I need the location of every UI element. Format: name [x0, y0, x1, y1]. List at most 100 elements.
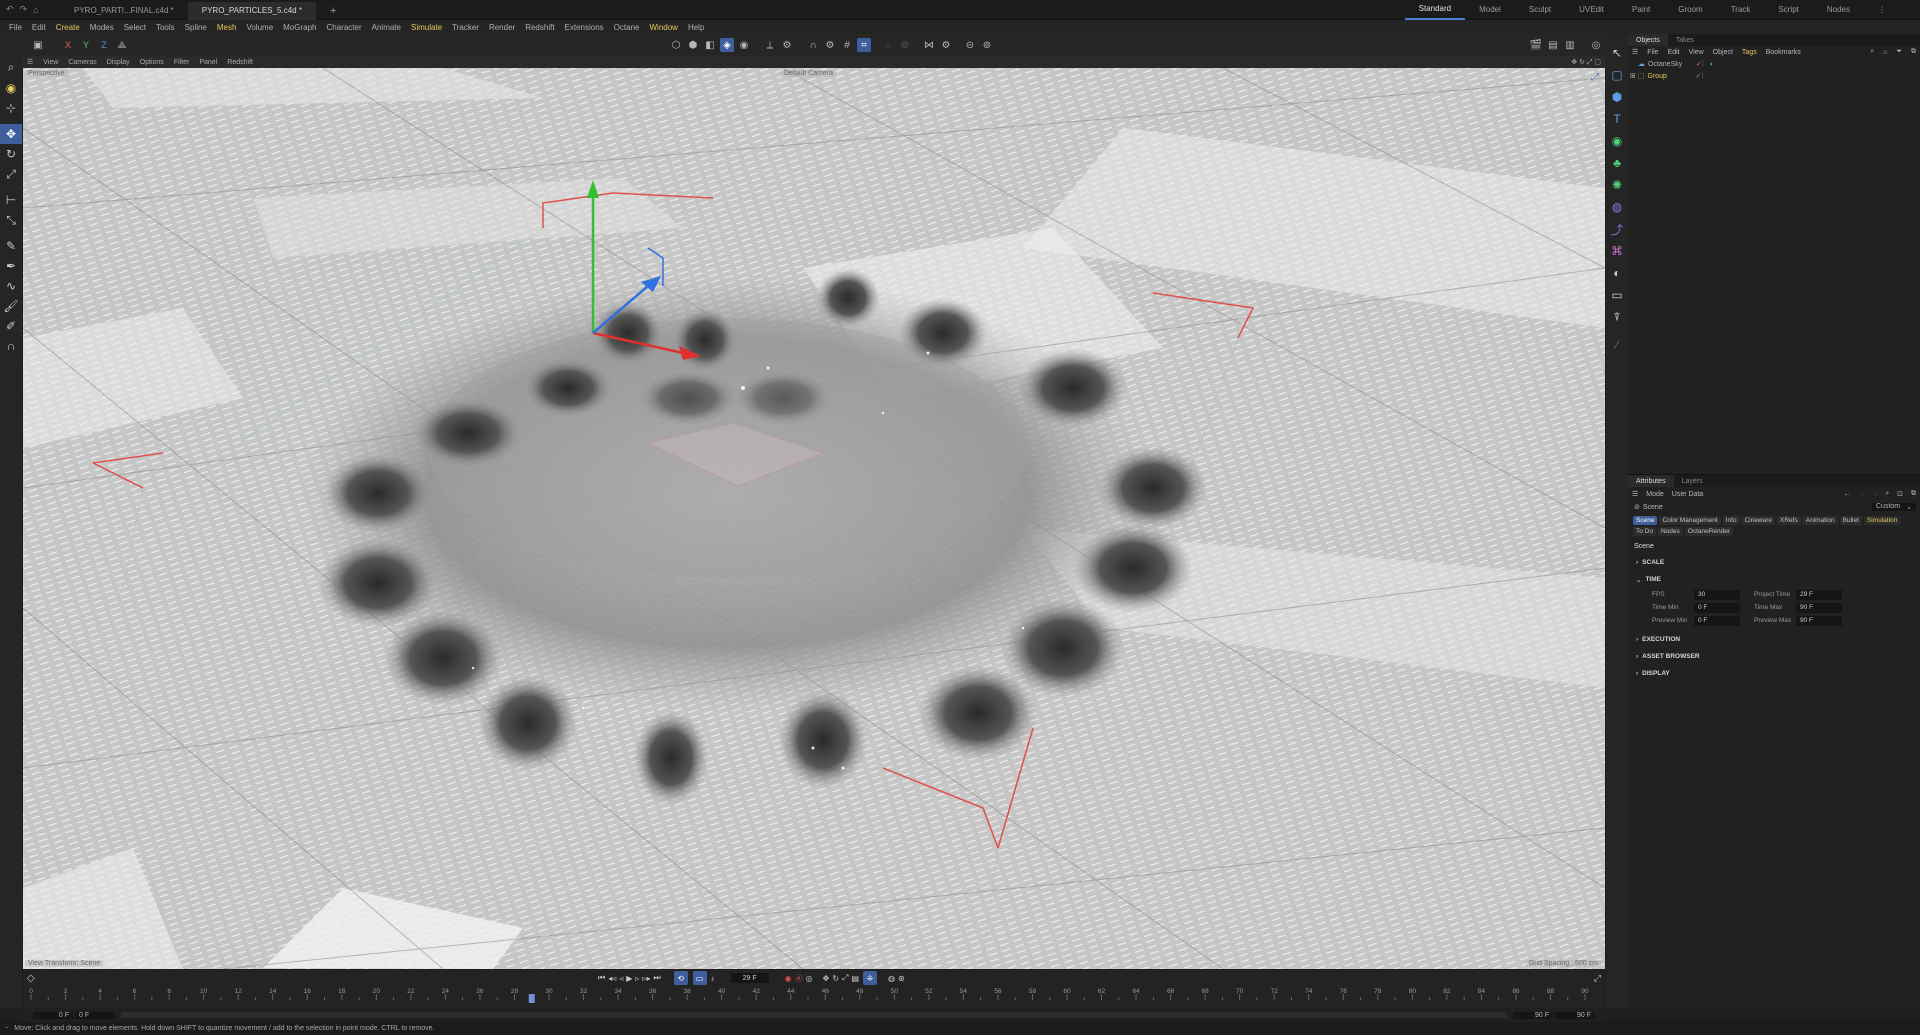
visibility-toggle[interactable]: ✓⁞ [1696, 72, 1704, 80]
section-execution[interactable]: › EXECUTION [1628, 631, 1920, 648]
search-icon[interactable]: ⌕ [1885, 490, 1889, 498]
previous-frame-icon[interactable]: ◃ [619, 974, 623, 983]
transfer-tool-icon[interactable]: ⤡ [0, 210, 22, 230]
chip-animation[interactable]: Animation [1802, 516, 1838, 525]
keyframe-selection-icon[interactable]: ◎ [806, 974, 813, 983]
cloner-icon[interactable]: ♣ [1606, 152, 1628, 174]
chip-nodes[interactable]: Nodes [1657, 527, 1683, 536]
viewport-menu-options[interactable]: Options [135, 59, 169, 66]
light-icon[interactable]: ◐ [1606, 262, 1628, 284]
field-icon[interactable]: ◍ [1606, 196, 1628, 218]
layout-groom[interactable]: Groom [1664, 0, 1716, 20]
menu-window[interactable]: Window [644, 23, 682, 32]
undo-icon[interactable]: ↶ [6, 4, 14, 15]
render-view-icon[interactable]: ▤ [1546, 38, 1560, 52]
menu-file[interactable]: File [4, 23, 27, 32]
solo-icon[interactable]: ⊚ [980, 38, 994, 52]
chip-scene[interactable]: Scene [1633, 516, 1658, 525]
section-display[interactable]: › DISPLAY [1628, 665, 1920, 682]
preview-min-field[interactable]: 0 F [1694, 615, 1740, 626]
layout-standard[interactable]: Standard [1404, 0, 1466, 20]
layout-script[interactable]: Script [1764, 0, 1812, 20]
snap-settings-icon[interactable]: ⚙ [823, 38, 837, 52]
home-icon[interactable]: ⌂ [33, 5, 38, 15]
spline-tool-icon[interactable]: ∿ [0, 276, 22, 296]
visibility-toggle[interactable]: ✓⁞ [1696, 60, 1704, 68]
document-tab[interactable]: PYRO_PARTI...FINAL.c4d * [60, 2, 188, 20]
record-icon[interactable]: ◉ [785, 974, 792, 983]
3d-viewport[interactable]: Perspective Default Camera ⤢ View Transf… [23, 68, 1605, 969]
sound-icon[interactable]: ♪ [711, 974, 715, 983]
key-param-icon[interactable]: ▤ [851, 974, 859, 983]
preview-range-icon[interactable]: ▭ [692, 971, 707, 985]
tab-layers[interactable]: Layers [1674, 475, 1711, 487]
tab-objects[interactable]: Objects [1628, 34, 1668, 46]
layout-nodes[interactable]: Nodes [1813, 0, 1864, 20]
autokey-icon[interactable]: Ⓐ [795, 973, 803, 984]
previous-key-icon[interactable]: ◂◃ [608, 974, 616, 983]
scene-icon[interactable]: ▣ [31, 38, 45, 52]
projection-label[interactable]: Perspective [25, 70, 68, 77]
menu-select[interactable]: Select [119, 23, 151, 32]
menu-spline[interactable]: Spline [180, 23, 212, 32]
viewport-menu-redshift[interactable]: Redshift [222, 59, 258, 66]
polygons-mode-icon[interactable]: ◧ [703, 38, 717, 52]
gear-icon[interactable]: ⚙ [780, 38, 794, 52]
edges-mode-icon[interactable]: ⬢ [686, 38, 700, 52]
magnet-icon[interactable]: ∩ [806, 38, 820, 52]
loop-icon[interactable]: ⟲ [673, 971, 688, 985]
layout-paint[interactable]: Paint [1618, 0, 1664, 20]
octane-tag-icon[interactable]: ◐ [1710, 61, 1714, 68]
playhead[interactable] [528, 994, 535, 1003]
viewport-menu-icon[interactable]: ☰ [22, 58, 38, 66]
menu-render[interactable]: Render [484, 23, 520, 32]
volume-icon[interactable]: ⌘ [1606, 240, 1628, 262]
more-options-icon[interactable]: ⋮ [1864, 0, 1900, 20]
new-window-icon[interactable]: ⧉ [1911, 48, 1916, 56]
camera-label[interactable]: Default Camera [781, 70, 837, 77]
section-scale[interactable]: › SCALE [1628, 554, 1920, 571]
grid-snap-icon[interactable]: # [840, 38, 854, 52]
menu-character[interactable]: Character [322, 23, 367, 32]
attributes-menu-userdata[interactable]: User Data [1672, 491, 1704, 498]
scale-tool-icon[interactable]: ⤢ [0, 164, 22, 184]
key-position-icon[interactable]: ✥ [823, 974, 830, 983]
octane-live-icon[interactable]: ◎ [1589, 38, 1603, 52]
chip-simulation[interactable]: Simulation [1863, 516, 1901, 525]
timeline-ruler[interactable]: 0 2 4 6 8 10 12 14 16 18 20 22 24 26 28 30 32 34 36 38 40 42 4… [23, 986, 1605, 1008]
chip-color-management[interactable]: Color Management [1659, 516, 1721, 525]
menu-volume[interactable]: Volume [241, 23, 278, 32]
forward-icon[interactable]: → [1859, 491, 1866, 498]
object-row-octanesky[interactable]: ☁ OctaneSky ✓⁞ ◐ [1628, 58, 1920, 70]
null-object-icon[interactable]: ▢ [1606, 64, 1628, 86]
clapper-icon[interactable]: 🎬 [1529, 38, 1543, 52]
objects-menu-view[interactable]: View [1689, 49, 1704, 56]
brush-tool-icon[interactable]: 🖌 [0, 296, 22, 316]
motion-clip-icon[interactable]: ◍ [888, 974, 895, 983]
render-setup-icon[interactable]: ⍒ [1606, 306, 1628, 328]
attributes-menu-icon[interactable]: ☰ [1632, 490, 1638, 498]
layout-sculpt[interactable]: Sculpt [1515, 0, 1565, 20]
new-window-icon[interactable]: ⧉ [1911, 490, 1916, 498]
menu-edit[interactable]: Edit [27, 23, 51, 32]
project-time-field[interactable]: 29 F [1796, 589, 1842, 600]
up-icon[interactable]: ↑ [1874, 491, 1878, 498]
menu-extensions[interactable]: Extensions [560, 23, 609, 32]
tab-takes[interactable]: Takes [1668, 34, 1702, 46]
coordinate-system-icon[interactable]: ⟁ [115, 38, 129, 52]
time-min-field[interactable]: 0 F [1694, 602, 1740, 613]
chip-xrefs[interactable]: XRefs [1777, 516, 1801, 525]
menu-octane[interactable]: Octane [609, 23, 645, 32]
menu-animate[interactable]: Animate [367, 23, 406, 32]
viewport-menu-cameras[interactable]: Cameras [63, 59, 101, 66]
viewport-menu-panel[interactable]: Panel [194, 59, 222, 66]
menu-create[interactable]: Create [51, 23, 85, 32]
filter-icon[interactable]: ⏷ [1896, 48, 1902, 56]
axis-tool-icon[interactable]: ⊢ [0, 190, 22, 210]
viewport-menu-view[interactable]: View [38, 59, 63, 66]
go-to-end-icon[interactable]: ⏭ [653, 973, 660, 983]
range-end-field-2[interactable]: 90 F [1555, 1011, 1595, 1019]
lock-icon[interactable]: ⊡ [1897, 490, 1903, 498]
menu-redshift[interactable]: Redshift [520, 23, 559, 32]
objects-menu-object[interactable]: Object [1713, 49, 1733, 56]
